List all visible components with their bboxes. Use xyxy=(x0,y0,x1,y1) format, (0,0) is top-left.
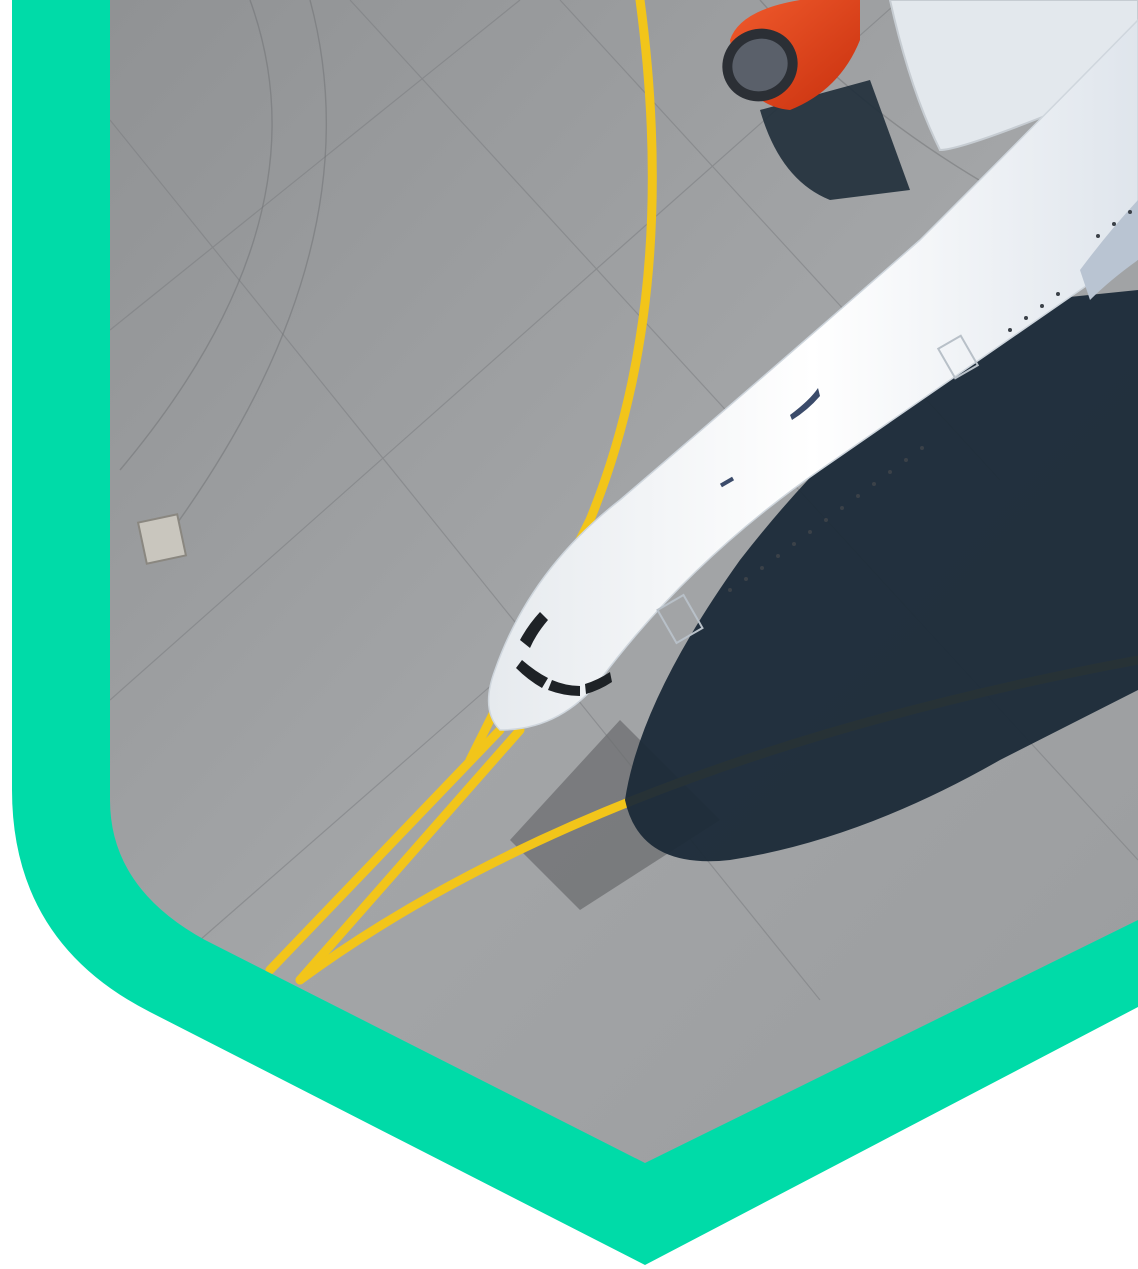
shield-photo-frame xyxy=(12,0,1138,1265)
hero-graphic xyxy=(0,0,1138,1269)
ground-sign xyxy=(136,513,188,565)
